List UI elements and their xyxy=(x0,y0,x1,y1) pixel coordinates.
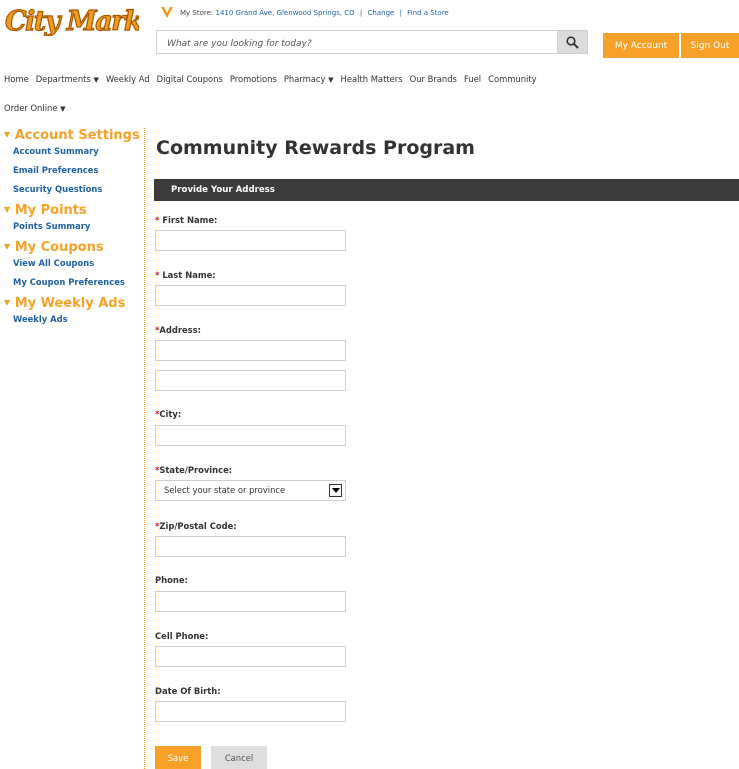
sidebar-title-label: My Weekly Ads xyxy=(14,296,126,311)
nav-departments-label: Departments xyxy=(35,74,91,84)
nav-health-matters[interactable]: Health Matters xyxy=(341,74,403,84)
first-name-label: * First Name: xyxy=(155,215,217,225)
nav-our-brands[interactable]: Our Brands xyxy=(410,74,457,84)
separator: | xyxy=(399,9,402,17)
my-store-line: My Store: 1410 Grand Ave, Glenwood Sprin… xyxy=(180,9,449,17)
nav-weekly-ad[interactable]: Weekly Ad xyxy=(106,74,150,84)
sidebar-divider xyxy=(144,128,145,769)
zip-label: *Zip/Postal Code: xyxy=(155,521,237,531)
nav-fuel[interactable]: Fuel xyxy=(464,74,481,84)
svg-text:City Market: City Market xyxy=(5,6,139,36)
cancel-button[interactable]: Cancel xyxy=(211,746,267,769)
sidebar-item-coupon-preferences[interactable]: My Coupon Preferences xyxy=(13,277,145,287)
sidebar-section-title[interactable]: ▼ My Points xyxy=(4,203,145,218)
store-pin-icon xyxy=(160,5,174,19)
sidebar-section-title[interactable]: ▼ Account Settings xyxy=(4,128,145,143)
sidebar-section-my-weekly-ads: ▼ My Weekly Ads Weekly Ads xyxy=(4,296,145,324)
nav-pharmacy[interactable]: Pharmacy ▼ xyxy=(284,74,334,84)
nav-promotions[interactable]: Promotions xyxy=(230,74,277,84)
sidebar-item-weekly-ads[interactable]: Weekly Ads xyxy=(13,314,145,324)
city-market-logo[interactable]: City Market xyxy=(3,2,139,36)
triangle-down-icon: ▼ xyxy=(4,130,11,139)
address-line-1-field[interactable] xyxy=(155,340,346,361)
city-label: *City: xyxy=(155,409,181,419)
address-label: *Address: xyxy=(155,325,201,335)
page-title: Community Rewards Program xyxy=(156,137,475,159)
phone-label: Phone: xyxy=(155,575,188,585)
state-label: *State/Province: xyxy=(155,465,232,475)
sign-out-button[interactable]: Sign Out xyxy=(681,33,739,58)
search-button[interactable] xyxy=(557,30,588,54)
city-label-text: City: xyxy=(159,409,182,419)
required-mark: * xyxy=(155,215,160,225)
dob-label: Date Of Birth: xyxy=(155,686,221,696)
address-label-text: Address: xyxy=(159,325,201,335)
find-store-link[interactable]: Find a Store xyxy=(407,9,449,17)
cell-phone-field[interactable] xyxy=(155,646,346,667)
city-field[interactable] xyxy=(155,425,346,446)
state-select[interactable]: Select your state or province xyxy=(155,480,346,501)
save-button[interactable]: Save xyxy=(155,746,201,769)
sidebar-title-label: Account Settings xyxy=(14,128,140,143)
store-address-link[interactable]: 1410 Grand Ave, Glenwood Springs, CO xyxy=(216,9,355,17)
sidebar-item-points-summary[interactable]: Points Summary xyxy=(13,221,145,231)
account-sidebar: ▼ Account Settings Account Summary Email… xyxy=(4,128,145,333)
search-icon xyxy=(566,35,579,49)
sidebar-item-security-questions[interactable]: Security Questions xyxy=(13,184,145,194)
my-account-button[interactable]: My Account xyxy=(603,33,679,58)
nav-digital-coupons[interactable]: Digital Coupons xyxy=(157,74,223,84)
sidebar-section-title[interactable]: ▼ My Coupons xyxy=(4,240,145,255)
chevron-down-icon: ▼ xyxy=(60,105,66,113)
first-name-field[interactable] xyxy=(155,230,346,251)
separator: | xyxy=(359,9,363,17)
triangle-down-icon: ▼ xyxy=(4,205,11,214)
search-input[interactable] xyxy=(157,33,557,55)
first-name-label-text: First Name: xyxy=(162,215,218,225)
phone-field[interactable] xyxy=(155,591,346,612)
triangle-down-icon: ▼ xyxy=(4,298,11,307)
required-mark: * xyxy=(155,270,160,280)
sidebar-section-my-coupons: ▼ My Coupons View All Coupons My Coupon … xyxy=(4,240,145,287)
last-name-label-text: Last Name: xyxy=(162,270,216,280)
chevron-down-icon: ▼ xyxy=(93,76,99,84)
nav-home[interactable]: Home xyxy=(4,74,29,84)
change-store-link[interactable]: Change xyxy=(368,9,395,17)
state-select-value: Select your state or province xyxy=(164,485,286,495)
sidebar-title-label: My Points xyxy=(14,203,87,218)
sidebar-item-view-all-coupons[interactable]: View All Coupons xyxy=(13,258,145,268)
cell-phone-label: Cell Phone: xyxy=(155,631,209,641)
address-line-2-field[interactable] xyxy=(155,370,346,391)
triangle-down-icon: ▼ xyxy=(4,242,11,251)
zip-label-text: Zip/Postal Code: xyxy=(159,521,237,531)
state-label-text: State/Province: xyxy=(159,465,233,475)
my-store-label: My Store: xyxy=(180,9,214,17)
nav-departments[interactable]: Departments ▼ xyxy=(36,74,99,84)
dob-field[interactable] xyxy=(155,701,346,722)
sidebar-section-account-settings: ▼ Account Settings Account Summary Email… xyxy=(4,128,145,194)
zip-field[interactable] xyxy=(155,536,346,557)
nav-order-online-label: Order Online xyxy=(4,103,58,113)
search-box xyxy=(156,30,558,55)
nav-order-online[interactable]: Order Online ▼ xyxy=(4,103,66,113)
dropdown-arrow-icon xyxy=(329,484,342,497)
last-name-label: * Last Name: xyxy=(155,270,216,280)
sidebar-item-account-summary[interactable]: Account Summary xyxy=(13,146,145,156)
sidebar-section-my-points: ▼ My Points Points Summary xyxy=(4,203,145,231)
sidebar-title-label: My Coupons xyxy=(14,240,104,255)
nav-community[interactable]: Community xyxy=(488,74,536,84)
sidebar-section-title[interactable]: ▼ My Weekly Ads xyxy=(4,296,145,311)
chevron-down-icon: ▼ xyxy=(328,76,334,84)
last-name-field[interactable] xyxy=(155,285,346,306)
main-nav: Home Departments ▼ Weekly Ad Digital Cou… xyxy=(4,74,544,84)
section-header-bar: Provide Your Address xyxy=(154,179,739,201)
nav-pharmacy-label: Pharmacy xyxy=(283,74,326,84)
sidebar-item-email-preferences[interactable]: Email Preferences xyxy=(13,165,145,175)
